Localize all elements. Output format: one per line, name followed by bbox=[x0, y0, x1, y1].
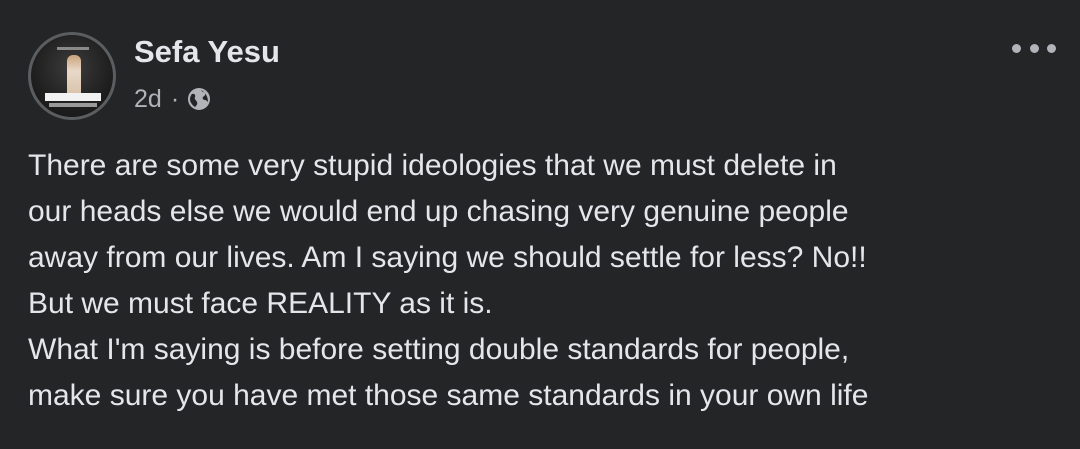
dot-icon bbox=[1012, 43, 1021, 53]
post-time[interactable]: 2d bbox=[134, 84, 162, 114]
avatar-decoration bbox=[45, 93, 101, 101]
avatar-figure bbox=[67, 55, 81, 95]
post-card: Sefa Yesu 2d · There are some very stupi… bbox=[0, 0, 1080, 449]
author-name[interactable]: Sefa Yesu bbox=[134, 34, 280, 70]
avatar-decoration bbox=[49, 103, 97, 107]
dot-icon bbox=[1047, 43, 1056, 53]
globe-icon[interactable] bbox=[187, 87, 211, 111]
post-meta: 2d · bbox=[134, 84, 211, 114]
more-options-icon[interactable] bbox=[1012, 38, 1056, 58]
avatar[interactable] bbox=[28, 32, 116, 120]
separator: · bbox=[170, 85, 180, 113]
dot-icon bbox=[1029, 43, 1039, 53]
post-text: There are some very stupid ideologies th… bbox=[28, 149, 869, 412]
avatar-decoration bbox=[57, 47, 89, 50]
